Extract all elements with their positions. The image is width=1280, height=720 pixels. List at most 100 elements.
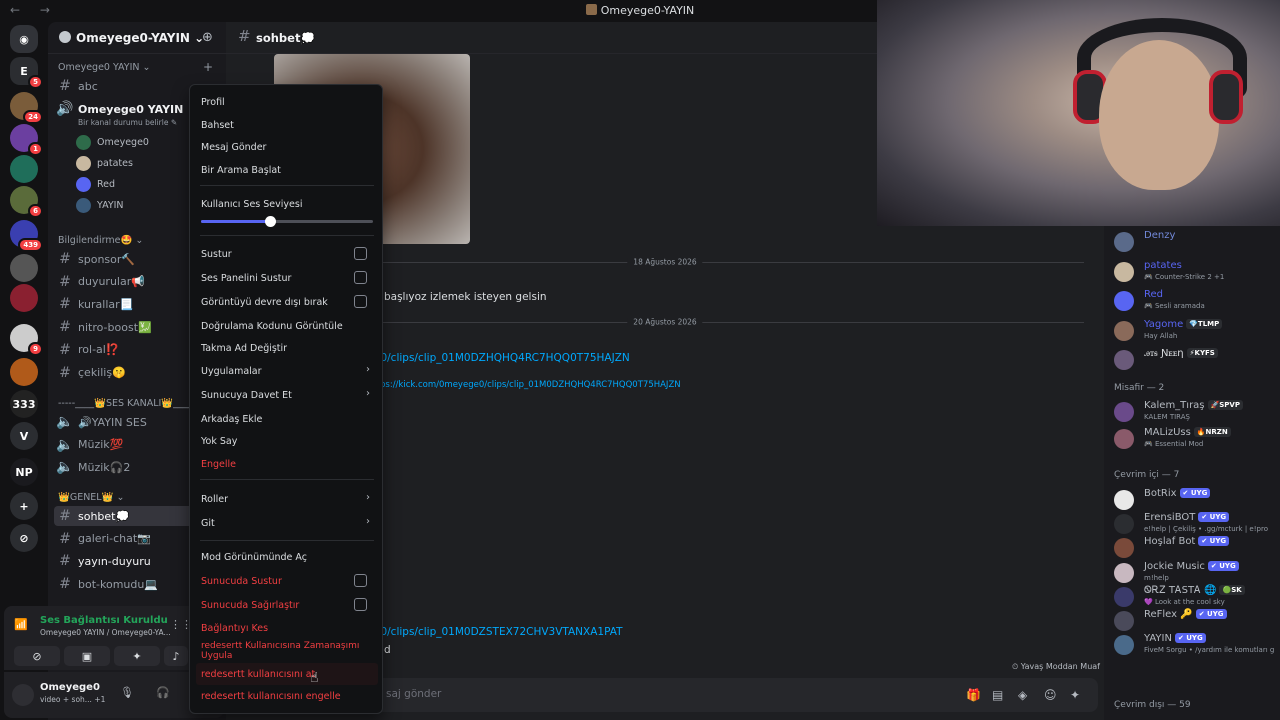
avatar — [76, 177, 91, 192]
menu-mute-soundboard[interactable]: Ses Panelini Sustur — [196, 267, 378, 289]
menu-ban[interactable]: redesertt kullanıcısını engelle — [196, 685, 378, 707]
checkbox[interactable] — [354, 598, 367, 611]
discover-icon[interactable]: ⊘ — [10, 524, 38, 552]
add-server-icon[interactable]: + — [10, 492, 38, 520]
sticker-icon[interactable]: ◈ — [1018, 688, 1027, 702]
server-red-icon[interactable] — [10, 284, 38, 312]
gift-icon[interactable]: 🎁 — [966, 688, 981, 702]
member-name: Red — [1144, 289, 1163, 300]
category-header[interactable]: -----____👑SES KANALI👑_____ — [58, 398, 197, 409]
gif-icon[interactable]: ▤ — [992, 688, 1003, 702]
message-input-placeholder[interactable]: saj gönder — [386, 688, 441, 700]
checkbox[interactable] — [354, 574, 367, 587]
member-item[interactable]: BotRix ✔ UYG — [1114, 488, 1274, 514]
camera-off-button[interactable]: ⊘ — [14, 646, 60, 666]
menu-add-friend[interactable]: Arkadaş Ekle — [196, 408, 378, 430]
server-np-icon[interactable]: NP — [10, 458, 38, 486]
member-item[interactable]: ErensiBOT ✔ UYG e!help | Çekiliş • .gg/mct… — [1114, 512, 1274, 538]
member-item[interactable]: Red 🎮 Sesli aramada — [1114, 289, 1274, 315]
volume-slider[interactable] — [201, 216, 373, 227]
checkbox[interactable] — [354, 271, 367, 284]
member-item[interactable]: ᏫᎡᏃ TᎪSTᎪ 🌐 🟢SK 💜 Look at the cool sky — [1114, 584, 1274, 611]
member-item[interactable]: Denzy — [1114, 230, 1274, 256]
server-green-icon[interactable] — [10, 155, 38, 183]
voice-user[interactable]: Omeyege0 — [76, 135, 149, 150]
voice-user[interactable]: YAYIN — [76, 198, 124, 213]
member-item[interactable]: patates 🎮 Counter-Strike 2 +1 — [1114, 260, 1274, 286]
member-item[interactable]: Kalem_Tıraş 🚀SPVP KALEM TIRAŞ — [1114, 400, 1274, 426]
member-item[interactable]: MALizUss 🔥NRZN 🎮 Essential Mod — [1114, 427, 1274, 453]
menu-mention[interactable]: Bahset — [196, 114, 378, 136]
menu-timeout[interactable]: redesertt Kullanıcısına Zamanaşımı Uygul… — [196, 640, 378, 662]
menu-kick[interactable]: redesertt kullanıcısını at — [196, 663, 378, 685]
member-item[interactable]: YAYIN ✔ UYG FiveM Sorgu • /yardım ile komu… — [1114, 633, 1274, 659]
menu-mod-view[interactable]: Mod Görünümünde Aç — [196, 546, 378, 568]
server-avatar-icon[interactable]: 24 — [10, 92, 43, 124]
menu-view-verification[interactable]: Doğrulama Kodunu Görüntüle — [196, 315, 378, 337]
server-orange-icon[interactable] — [10, 358, 38, 386]
menu-apps[interactable]: Uygulamalar › — [196, 360, 378, 382]
menu-roles[interactable]: Roller › — [196, 488, 378, 510]
checkbox[interactable] — [354, 295, 367, 308]
activities-button[interactable]: ✦ — [114, 646, 160, 666]
soundboard-button[interactable]: ♪ — [164, 646, 188, 666]
menu-profile[interactable]: Profil — [196, 91, 378, 113]
menu-ignore[interactable]: Yok Say — [196, 430, 378, 452]
server-blue-icon[interactable]: 439 — [10, 220, 43, 252]
member-item[interactable]: ReFlex 🔑 ✔ UYG — [1114, 609, 1274, 635]
server-name[interactable]: Omeyege0-YAYIN ⌄ — [76, 31, 204, 45]
member-name-text: Jockie Music — [1144, 560, 1205, 572]
server-e-icon[interactable]: E5 — [10, 57, 43, 89]
server-purple-icon[interactable]: 1 — [10, 124, 43, 156]
apps-icon[interactable]: ✦ — [1070, 688, 1080, 702]
menu-block[interactable]: Engelle — [196, 453, 378, 475]
menu-server-deafen[interactable]: Sunucuda Sağırlaştır — [196, 594, 378, 616]
webcam-overlay — [877, 0, 1280, 226]
voice-connected-title[interactable]: Ses Bağlantısı Kuruldu — [40, 615, 168, 626]
member-status: FiveM Sorgu • /yardım ile komutları g — [1144, 646, 1275, 655]
menu-label: Ses Panelini Sustur — [201, 272, 292, 284]
menu-start-call[interactable]: Bir Arama Başlat — [196, 159, 378, 181]
message-link[interactable]: ps://kick.com/0meyege0/clips/clip_01M0DZ… — [380, 380, 681, 390]
server-white-icon[interactable]: 9 — [10, 324, 43, 356]
menu-mute[interactable]: Sustur — [196, 243, 378, 265]
headphones-icon[interactable]: 🎧 — [156, 686, 170, 699]
checkbox[interactable] — [354, 247, 367, 260]
menu-disable-video[interactable]: Görüntüyü devre dışı bırak — [196, 291, 378, 313]
channel-label: sohbet💭 — [78, 509, 130, 523]
category-header[interactable]: Omeyege0 YAYIN ⌄ — [58, 62, 151, 73]
server-header[interactable]: Omeyege0-YAYIN ⌄ ⊕ — [48, 22, 226, 54]
menu-change-nickname[interactable]: Takma Ad Değiştir — [196, 337, 378, 359]
member-item[interactable]: Yagome 💎TLMP Hay Allah — [1114, 318, 1274, 345]
voice-user[interactable]: patates — [76, 156, 133, 171]
add-member-icon[interactable]: ⊕ — [202, 30, 213, 45]
mic-icon[interactable]: 🎙 — [120, 686, 134, 699]
signal-icon[interactable]: 📶 — [14, 618, 28, 632]
menu-server-mute[interactable]: Sunucuda Sustur — [196, 570, 378, 592]
voice-status[interactable]: Bir kanal durumu belirle ✎ — [78, 118, 177, 127]
avatar[interactable] — [12, 684, 34, 706]
message-link[interactable]: e0/clips/clip_01M0DZHQHQ4RC7HQQ0T75HAJZN — [374, 352, 630, 364]
user-name[interactable]: Omeyege0 — [40, 682, 100, 693]
member-item[interactable]: Hoşlaf Bot ✔ UYG — [1114, 536, 1274, 562]
menu-invite[interactable]: Sunucuya Davet Et › — [196, 384, 378, 406]
volume-knob[interactable] — [264, 216, 276, 227]
category-header[interactable]: Bilgilendirme🤩 ⌄ — [58, 235, 143, 246]
server-gray-icon[interactable] — [10, 254, 38, 282]
server-game-icon[interactable]: 6 — [10, 186, 43, 218]
menu-send-message[interactable]: Mesaj Gönder — [196, 136, 378, 158]
voice-user[interactable]: Red — [76, 177, 115, 192]
menu-goto[interactable]: Git › — [196, 512, 378, 534]
member-item[interactable]: ꭿꭲꭶ Ɲꭼꭼƞ ⚡KYFS — [1114, 348, 1274, 374]
server-333-icon[interactable]: 333 — [10, 390, 38, 418]
menu-disconnect[interactable]: Bağlantıyı Kes — [196, 617, 378, 639]
category-header[interactable]: 👑GENEL👑 ⌄ — [58, 492, 124, 503]
message-link[interactable]: e0/clips/clip_01M0DZSTEX72CHV3VTANXA1PAT — [374, 626, 623, 638]
discord-icon[interactable]: ◉ — [10, 25, 38, 53]
emoji-icon[interactable]: ☺ — [1044, 688, 1057, 702]
menu-separator — [200, 540, 374, 541]
member-item[interactable]: Jockie Music ✔ UYG m!help — [1114, 560, 1274, 587]
server-v-icon[interactable]: V — [10, 422, 38, 450]
add-channel-icon[interactable]: + — [203, 60, 213, 74]
screen-share-button[interactable]: ▣ — [64, 646, 110, 666]
